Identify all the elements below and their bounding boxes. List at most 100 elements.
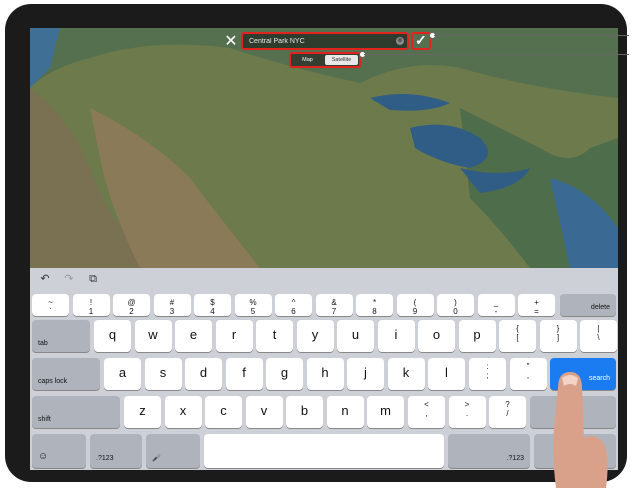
key-letter: g [280, 365, 289, 380]
key-letter: a [118, 365, 127, 380]
key-letter: c [220, 403, 227, 418]
key-letter: s [159, 365, 167, 380]
key-letter: v [260, 403, 268, 418]
done-button[interactable]: ✓ [411, 32, 431, 50]
delete-key[interactable]: delete [560, 294, 616, 316]
key-letter: m [380, 403, 391, 418]
map-type-segmented-control[interactable]: Map Satellite [289, 52, 361, 68]
letter-key-a[interactable]: a [104, 358, 141, 390]
numbers-key-right[interactable]: .?123 [448, 434, 530, 468]
dictation-key[interactable]: 🎤 [146, 434, 200, 468]
number-key-8[interactable]: * 8 [356, 294, 393, 316]
caps-lock-label: caps lock [38, 378, 68, 385]
letter-key-y[interactable]: y [296, 320, 334, 352]
letter-key-v[interactable]: v [245, 396, 283, 428]
map-option[interactable]: Map [291, 54, 324, 66]
key-secondary-char: @ [127, 298, 136, 307]
satellite-map[interactable]: ✕ ⊗ ✓ Map Satellite [30, 28, 618, 268]
number-key-7[interactable]: & 7 [315, 294, 353, 316]
letter-key-c[interactable]: c [205, 396, 242, 428]
number-key-11[interactable]: _ - [477, 294, 515, 316]
number-key-4[interactable]: $4 [194, 294, 231, 316]
tablet-frame: ✕ ⊗ ✓ Map Satellite ↶ ↷ ⧉ delete [5, 4, 627, 482]
symbol-key-row4-2[interactable]: ? / [489, 396, 526, 428]
letter-key-r[interactable]: r [215, 320, 253, 352]
number-key-1[interactable]: ! 1 [72, 294, 110, 316]
callout-line-map-type [364, 54, 629, 55]
number-key-10[interactable]: ) 0 [437, 294, 474, 316]
caps-lock-key[interactable]: caps lock [32, 358, 100, 390]
letter-key-l[interactable]: l [428, 358, 465, 390]
key-primary-char: , [526, 371, 530, 380]
number-key-2[interactable]: @2 [113, 294, 150, 316]
number-key-12[interactable]: + = [518, 294, 555, 316]
key-primary-char: 0 [453, 307, 458, 316]
number-key-3[interactable]: #3 [153, 294, 191, 316]
letter-key-z[interactable]: z [124, 396, 161, 428]
letter-key-x[interactable]: x [164, 396, 202, 428]
key-secondary-char: > [464, 400, 470, 409]
number-key-0[interactable]: ~ ` [32, 294, 69, 316]
letter-key-b[interactable]: b [286, 396, 323, 428]
symbol-key-row4-1[interactable]: >. [448, 396, 486, 428]
letter-key-h[interactable]: h [306, 358, 344, 390]
clear-search-icon[interactable]: ⊗ [396, 37, 404, 45]
redo-icon[interactable]: ↷ [62, 272, 76, 286]
search-input[interactable] [249, 35, 389, 48]
undo-icon[interactable]: ↶ [38, 272, 52, 286]
symbol-key-row3-1[interactable]: ", [509, 358, 547, 390]
letter-key-m[interactable]: m [367, 396, 404, 428]
search-field[interactable]: ⊗ [241, 32, 409, 50]
letter-key-n[interactable]: n [326, 396, 364, 428]
emoji-key[interactable]: ☺ [32, 434, 86, 468]
letter-key-q[interactable]: q [94, 320, 131, 352]
letter-key-p[interactable]: p [458, 320, 496, 352]
key-letter: z [139, 403, 146, 418]
letter-key-u[interactable]: u [337, 320, 374, 352]
key-secondary-char: ) [454, 298, 457, 307]
letter-key-e[interactable]: e [175, 320, 212, 352]
letter-key-d[interactable]: d [185, 358, 222, 390]
key-primary-char: 8 [372, 307, 377, 316]
number-key-9[interactable]: (9 [396, 294, 434, 316]
tab-key[interactable]: tab [32, 320, 90, 352]
microphone-icon: 🎤 [152, 455, 161, 462]
space-bar[interactable] [204, 434, 444, 468]
number-key-5[interactable]: % 5 [234, 294, 272, 316]
symbol-key-row2-2[interactable]: | \ [580, 320, 617, 352]
key-secondary-char: ~ [48, 298, 53, 307]
letter-key-j[interactable]: j [347, 358, 384, 390]
key-secondary-char: + [534, 298, 539, 307]
symbol-key-row2-0[interactable]: {[ [499, 320, 536, 352]
letter-key-o[interactable]: o [418, 320, 455, 352]
key-primary-char: ; [486, 371, 489, 380]
key-letter: u [351, 327, 360, 342]
letter-key-f[interactable]: f [225, 358, 263, 390]
symbol-key-row3-0[interactable]: :; [469, 358, 506, 390]
key-secondary-char: ^ [291, 298, 296, 307]
key-secondary-char: " [526, 362, 530, 371]
number-key-6[interactable]: ^ 6 [275, 294, 312, 316]
shift-key-left[interactable]: shift [32, 396, 120, 428]
letter-key-t[interactable]: t [256, 320, 293, 352]
letter-key-i[interactable]: i [377, 320, 415, 352]
close-icon[interactable]: ✕ [223, 34, 239, 50]
key-secondary-char: ? [505, 400, 510, 409]
key-secondary-char: ! [89, 298, 93, 307]
screen: ✕ ⊗ ✓ Map Satellite ↶ ↷ ⧉ delete [30, 28, 618, 470]
key-primary-char: 7 [331, 307, 337, 316]
numbers-key-left[interactable]: .?123 [90, 434, 142, 468]
paste-icon[interactable]: ⧉ [86, 272, 100, 286]
letter-key-g[interactable]: g [266, 358, 303, 390]
letter-key-k[interactable]: k [387, 358, 425, 390]
letter-key-w[interactable]: w [134, 320, 172, 352]
symbol-key-row2-1[interactable]: }] [539, 320, 577, 352]
key-secondary-char: : [486, 362, 489, 371]
key-primary-char: ] [556, 333, 560, 342]
satellite-option[interactable]: Satellite [325, 55, 358, 65]
key-secondary-char: & [331, 298, 337, 307]
symbol-key-row4-0[interactable]: <, [408, 396, 445, 428]
key-primary-char: ` [49, 307, 52, 316]
key-letter: k [402, 365, 410, 380]
letter-key-s[interactable]: s [144, 358, 182, 390]
